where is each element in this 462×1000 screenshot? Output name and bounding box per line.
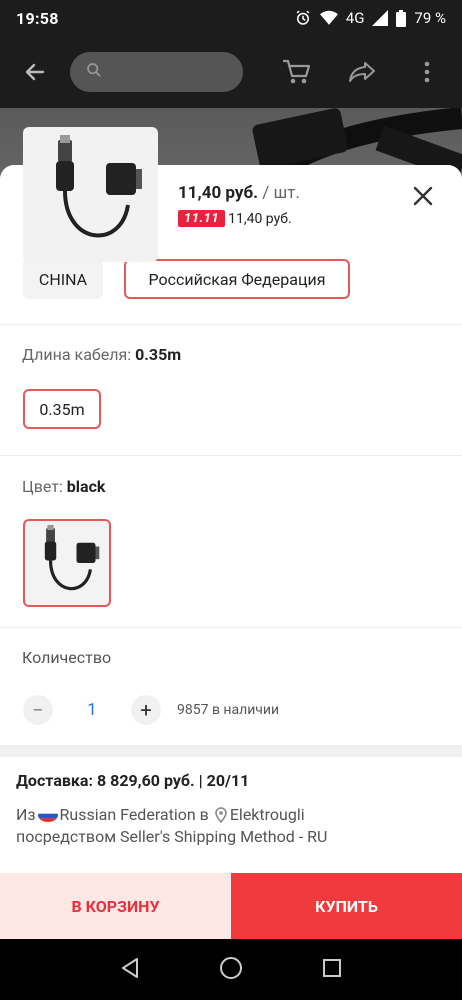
cart-icon[interactable] (273, 48, 319, 96)
sale-price: 11,40 руб. (228, 210, 292, 227)
buy-now-button[interactable]: КУПИТЬ (231, 873, 462, 939)
quantity-stepper: − 1 + 9857 в наличии (23, 695, 279, 725)
sale-badge: 11.11 (178, 210, 226, 227)
ship-from-option-russia[interactable]: Российская Федерация (124, 259, 350, 299)
shipping-title[interactable]: Доставка: 8 829,60 руб. | 20/11 (16, 771, 249, 790)
cable-length-label: Длина кабеля: 0.35m (22, 345, 181, 364)
quantity-plus-button[interactable]: + (131, 695, 161, 725)
nav-recents-icon[interactable] (322, 958, 342, 982)
ship-from-option-china[interactable]: CHINA (23, 259, 103, 299)
shipping-from-country: Russian Federation в (59, 805, 209, 824)
location-pin-icon (215, 806, 227, 823)
product-thumbnail (23, 127, 158, 262)
shipping-from-prefix: Из (16, 805, 36, 824)
shipping-method: посредством Seller's Shipping Method - R… (16, 827, 328, 846)
system-nav-bar (0, 939, 462, 1000)
shipping-route: Из Russian Federation в Elektrougli (16, 805, 305, 824)
russia-flag-icon (37, 808, 58, 822)
cable-length-value: 0.35m (135, 345, 182, 364)
divider (0, 324, 462, 325)
quantity-value[interactable]: 1 (53, 700, 131, 720)
quantity-minus-button[interactable]: − (23, 695, 53, 725)
alarm-icon (294, 9, 312, 27)
network-label: 4G (345, 9, 365, 27)
nav-back-icon[interactable] (120, 957, 140, 983)
quantity-label: Количество (22, 648, 112, 667)
color-label: Цвет: black (22, 477, 105, 496)
sale-price-row: 11.11 11,40 руб. (178, 210, 292, 227)
price: 11,40 руб. / шт. (178, 183, 300, 203)
divider (0, 627, 462, 628)
cable-length-option[interactable]: 0.35m (23, 389, 101, 429)
arrow-left-icon[interactable] (12, 48, 58, 96)
price-value: 11,40 руб. (178, 183, 259, 203)
status-bar: 19:58 4G 79 % (0, 0, 462, 36)
status-time: 19:58 (16, 8, 59, 28)
signal-icon (372, 10, 389, 26)
status-icons: 4G 79 % (294, 9, 446, 27)
add-to-cart-button[interactable]: В КОРЗИНУ (0, 873, 231, 939)
divider (0, 455, 462, 456)
more-vertical-icon[interactable] (404, 48, 450, 96)
search-icon (86, 62, 102, 82)
section-separator (0, 745, 462, 757)
close-icon[interactable] (408, 181, 438, 211)
color-value: black (66, 477, 106, 496)
color-option-black[interactable] (23, 519, 111, 607)
stock-count: 9857 в наличии (177, 702, 280, 718)
search-input[interactable] (70, 52, 243, 92)
cable-length-title: Длина кабеля: (22, 345, 136, 364)
app-bar (0, 36, 462, 108)
shipping-to-city: Elektrougli (229, 805, 305, 824)
color-title: Цвет: (22, 477, 67, 496)
battery-percent: 79 % (414, 9, 446, 27)
share-icon[interactable] (339, 48, 385, 96)
price-unit: / шт. (262, 183, 300, 203)
wifi-icon (319, 10, 338, 26)
nav-home-icon[interactable] (219, 956, 243, 984)
battery-icon (396, 9, 407, 27)
